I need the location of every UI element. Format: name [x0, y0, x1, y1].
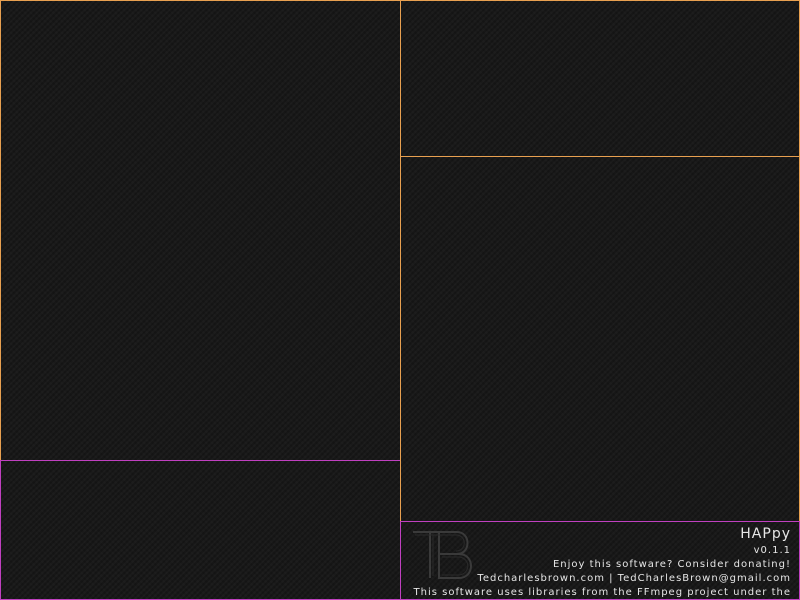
donate-link[interactable]: Enjoy this software? Consider donating! [401, 558, 791, 572]
right-top-panel[interactable] [400, 0, 800, 157]
app-window: HAPpy v0.1.1 Enjoy this software? Consid… [0, 0, 800, 600]
about-text-block: HAPpy v0.1.1 Enjoy this software? Consid… [401, 524, 791, 600]
left-bottom-panel[interactable] [0, 460, 401, 600]
license-text: This software uses libraries from the FF… [413, 587, 791, 598]
app-title: HAPpy [740, 526, 791, 542]
left-main-panel[interactable] [0, 0, 401, 461]
contact-info[interactable]: Tedcharlesbrown.com | TedCharlesBrown@gm… [401, 572, 791, 586]
right-middle-panel[interactable] [400, 156, 800, 522]
about-panel: HAPpy v0.1.1 Enjoy this software? Consid… [400, 521, 800, 600]
app-version: v0.1.1 [753, 545, 791, 556]
